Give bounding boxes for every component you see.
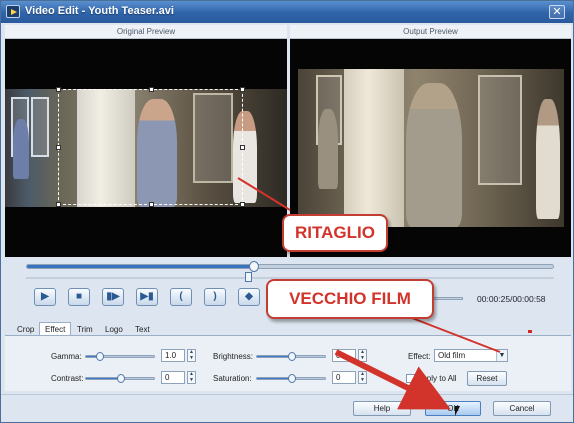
crop-callout: RITAGLIO <box>282 214 388 252</box>
film-callout: VECCHIO FILM <box>266 279 434 319</box>
annotation-arrows <box>237 177 501 410</box>
effect-arrow <box>411 317 501 353</box>
crop-arrow <box>237 177 291 211</box>
ok-arrow <box>334 349 451 410</box>
